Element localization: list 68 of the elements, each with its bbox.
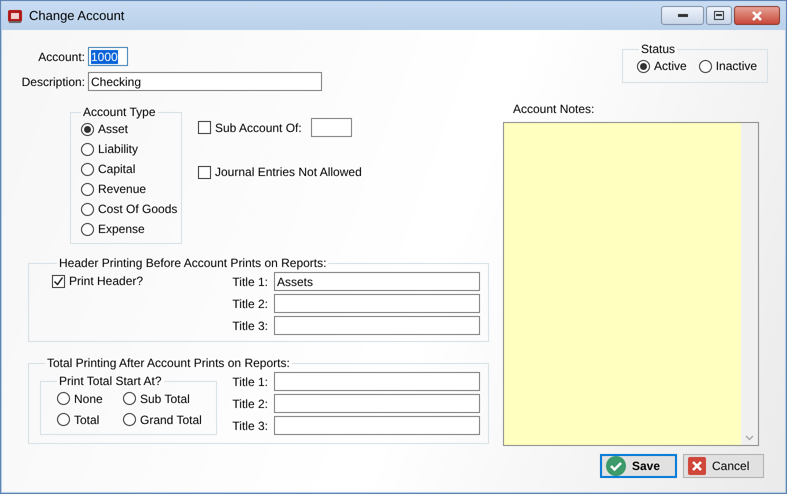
radio-label[interactable]: Asset [98, 122, 128, 136]
input-field[interactable] [310, 118, 352, 137]
restore-icon [714, 11, 724, 20]
group-title: Header Printing Before Account Prints on Reports: [58, 256, 328, 270]
group-title: Account Type [82, 105, 156, 119]
radio-label[interactable]: Expense [98, 222, 145, 236]
input-field[interactable]: Checking [88, 72, 322, 91]
input-field[interactable] [274, 372, 480, 391]
field-label: Title 3: [231, 318, 268, 332]
radio-label[interactable]: Capital [98, 162, 136, 176]
field-label: Account: [37, 50, 85, 64]
minimize-button[interactable] [661, 6, 704, 25]
radio-label[interactable]: Cost Of Goods [98, 202, 178, 216]
radio-button[interactable] [81, 162, 94, 176]
maximize-button[interactable] [706, 6, 732, 25]
minimize-icon [678, 14, 688, 18]
cancel-button[interactable]: Cancel [683, 454, 764, 478]
radio-label[interactable]: Active [654, 59, 687, 73]
chevron-down-icon [745, 435, 754, 441]
checkbox-label[interactable]: Journal Entries Not Allowed [215, 165, 362, 179]
radio-button[interactable] [81, 202, 94, 216]
close-icon [688, 457, 706, 475]
input-field[interactable]: Assets [274, 272, 480, 291]
input-field[interactable] [274, 394, 480, 413]
input-field[interactable] [274, 316, 480, 335]
checkbox[interactable] [52, 274, 65, 288]
radio-label[interactable]: Sub Total [140, 392, 190, 406]
app-icon [7, 8, 23, 24]
checkmark-icon [53, 276, 64, 286]
radio-label[interactable]: Inactive [716, 59, 758, 73]
input-field[interactable]: 1000 [88, 47, 128, 66]
group-title: Status [640, 42, 676, 56]
field-label: Title 1: [231, 374, 268, 388]
radio-button[interactable] [81, 222, 94, 236]
radio-button[interactable] [81, 122, 94, 136]
radio-label[interactable]: None [74, 392, 103, 406]
input-field[interactable] [274, 294, 480, 313]
notes-label: Account Notes: [513, 102, 596, 116]
field-label: Title 3: [231, 418, 268, 432]
window-title: Change Account [29, 8, 126, 23]
field-label: Description: [20, 74, 85, 88]
radio-label[interactable]: Liability [98, 142, 138, 156]
radio-label[interactable]: Grand Total [140, 412, 202, 426]
close-button[interactable] [734, 6, 780, 25]
input-field[interactable] [274, 416, 480, 435]
radio-label[interactable]: Total [74, 412, 100, 426]
radio-button[interactable] [57, 413, 70, 426]
close-icon [751, 10, 763, 20]
radio-button[interactable] [123, 413, 136, 426]
checkbox-label[interactable]: Sub Account Of: [215, 120, 302, 134]
radio-button[interactable] [81, 142, 94, 156]
field-label: Title 2: [231, 296, 268, 310]
checkbox-label[interactable]: Print Header? [69, 274, 144, 288]
field-label: Title 2: [231, 396, 268, 410]
group-title: Total Printing After Account Prints on Reports: [46, 356, 291, 370]
notes-field[interactable] [503, 122, 759, 446]
radio-button[interactable] [123, 392, 136, 405]
checkbox[interactable] [198, 166, 211, 178]
checkbox[interactable] [198, 121, 211, 134]
radio-button[interactable] [637, 60, 650, 72]
field-label: Title 1: [231, 274, 268, 288]
save-button[interactable]: Save [600, 454, 677, 478]
radio-button[interactable] [698, 60, 712, 72]
radio-label[interactable]: Revenue [98, 182, 146, 196]
group-title: Print Total Start At? [58, 374, 162, 388]
radio-button[interactable] [81, 182, 94, 196]
checkmark-icon [606, 456, 626, 476]
radio-button[interactable] [57, 392, 70, 405]
